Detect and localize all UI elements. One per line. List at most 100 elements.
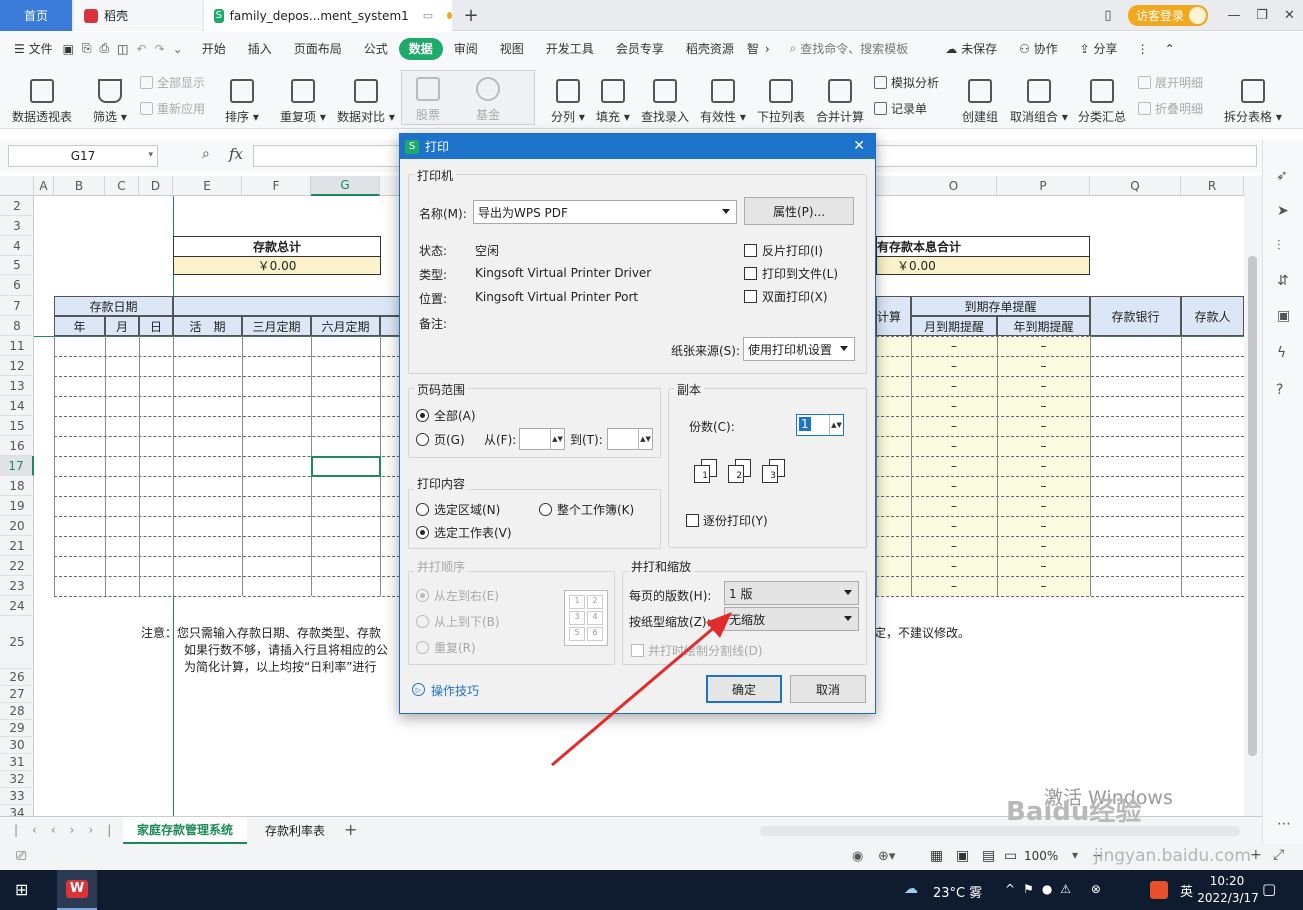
what-if-analysis-button[interactable]: 模拟分析 [874, 74, 939, 91]
horizontal-scrollbar[interactable] [760, 826, 1240, 836]
zoom-dropdown-icon[interactable]: ▾ [1072, 848, 1078, 862]
zoom-level[interactable]: 100% [1024, 849, 1058, 863]
spinner-arrows-icon[interactable]: ▲▼ [550, 429, 564, 449]
due-dash-cell[interactable]: – [997, 496, 1090, 516]
tips-link[interactable]: 操作技巧 [431, 682, 479, 699]
worksheet-radio[interactable] [416, 526, 429, 539]
row-header[interactable]: 16 [0, 436, 34, 456]
row-header[interactable]: 7 [0, 296, 34, 316]
selected-cell[interactable] [311, 456, 381, 477]
row-header[interactable]: 32 [0, 771, 34, 788]
fill-button[interactable]: 填充 ▾ [596, 69, 630, 125]
column-header[interactable]: R [1181, 176, 1244, 196]
column-header[interactable]: A [34, 176, 54, 196]
column-header[interactable]: P [997, 176, 1090, 196]
create-group-button[interactable]: 创建组 [962, 69, 998, 125]
due-dash-cell[interactable]: – [911, 516, 997, 536]
sliders-icon[interactable]: ⫶ [1277, 238, 1281, 254]
add-sheet-icon[interactable]: + [344, 820, 357, 839]
row-header[interactable]: 15 [0, 416, 34, 436]
due-dash-cell[interactable]: – [911, 496, 997, 516]
tab-document[interactable]: S family_depos...ment_system1 ▭ [204, 0, 452, 31]
normal-view-icon[interactable]: ▦ [930, 848, 943, 864]
sheet-tab[interactable]: 存款利率表 [252, 817, 338, 844]
range-pages-radio[interactable] [416, 433, 429, 446]
column-header[interactable]: C [105, 176, 139, 196]
share-button[interactable]: ⇪ 分享 [1069, 38, 1129, 60]
notification-icon[interactable]: ▢ [1262, 880, 1276, 898]
due-dash-cell[interactable]: – [997, 356, 1090, 376]
restore-icon[interactable]: ❐ [1248, 0, 1276, 31]
record-form-button[interactable]: 记录单 [874, 100, 927, 117]
selection-radio[interactable] [416, 503, 429, 516]
menu-scroll-right-icon[interactable]: › [761, 38, 774, 60]
column-header[interactable]: D [139, 176, 173, 196]
sort-button[interactable]: 排序 ▾ [225, 69, 259, 125]
input-method-icon[interactable]: 英 [1180, 881, 1193, 900]
quick-access-dropdown-icon[interactable]: ⌄ [169, 38, 191, 60]
collapse-ribbon-icon[interactable]: ⌃ [1157, 38, 1183, 60]
column-header[interactable]: Q [1090, 176, 1181, 196]
reapply-button[interactable]: 重新应用 [140, 100, 205, 117]
image-icon[interactable]: ▣ [1277, 308, 1290, 324]
row-header[interactable]: 12 [0, 356, 34, 376]
per-page-select[interactable]: 1 版 [724, 581, 859, 605]
row-header[interactable]: 5 [0, 256, 34, 275]
clock-time[interactable]: 10:20 [1197, 874, 1257, 888]
preview-icon[interactable]: ◫ [113, 38, 132, 60]
row-header[interactable]: 11 [0, 336, 34, 356]
eye-protection-icon[interactable]: ◉ [852, 849, 863, 864]
column-header[interactable]: F [242, 176, 311, 196]
row-header[interactable]: 14 [0, 396, 34, 416]
subtotal-button[interactable]: 分类汇总 [1078, 69, 1126, 125]
fund-button[interactable]: 基金 [476, 73, 500, 123]
select-all-corner[interactable] [0, 176, 34, 196]
wps-taskbar-app[interactable]: W [57, 870, 97, 910]
paper-source-select[interactable]: 使用打印机设置 [743, 337, 855, 361]
menu-tab-data[interactable]: 数据 [398, 37, 443, 60]
menu-tab-member[interactable]: 会员专享 [605, 38, 675, 60]
to-page-spinner[interactable]: ▲▼ [607, 428, 653, 450]
validity-button[interactable]: 有效性 ▾ [700, 69, 746, 125]
row-header[interactable]: 3 [0, 216, 34, 236]
visitor-login-button[interactable]: 访客登录 [1128, 5, 1208, 26]
row-header[interactable]: 24 [0, 596, 34, 616]
sheet-tab-active[interactable]: 家庭存款管理系统 [123, 817, 247, 844]
properties-button[interactable]: 属性(P)... [744, 197, 854, 225]
row-header[interactable]: 33 [0, 788, 34, 805]
row-header[interactable]: 21 [0, 536, 34, 556]
range-all-radio[interactable] [416, 409, 429, 422]
menu-tab-view[interactable]: 视图 [489, 38, 535, 60]
zoom-search-icon[interactable]: ⌕ [202, 146, 210, 162]
row-header[interactable]: 2 [0, 196, 34, 216]
due-dash-cell[interactable]: – [911, 576, 997, 596]
row-header[interactable]: 25 [0, 616, 34, 669]
duplicates-button[interactable]: 重复项 ▾ [280, 69, 326, 125]
row-header[interactable]: 18 [0, 476, 34, 496]
due-dash-cell[interactable]: – [911, 376, 997, 396]
pivot-table-button[interactable]: 数据透视表 [12, 69, 72, 125]
row-header[interactable]: 26 [0, 669, 34, 686]
transform-icon[interactable]: ⇵ [1277, 273, 1289, 289]
column-header-selected[interactable]: G [311, 176, 380, 196]
filter-button[interactable]: 筛选 ▾ [93, 69, 127, 125]
row-header[interactable]: 6 [0, 275, 34, 296]
collapse-detail-button[interactable]: 折叠明细 [1138, 100, 1203, 117]
status-macro-icon[interactable]: ⎚ [16, 849, 26, 864]
search-command[interactable]: ⌕ 查找命令、搜索模板 [774, 38, 920, 60]
row-header[interactable]: 17 [0, 456, 34, 476]
spinner-arrows-icon[interactable]: ▲▼ [638, 429, 652, 449]
due-dash-cell[interactable]: – [911, 356, 997, 376]
vertical-scrollbar[interactable] [1244, 176, 1262, 816]
row-header[interactable]: 31 [0, 754, 34, 771]
sheet-nav-icons[interactable]: |‹‹››| [14, 823, 125, 837]
windows-start-icon[interactable]: ⊞ [15, 880, 28, 899]
monitor-icon[interactable]: ▭ [423, 9, 433, 22]
row-header[interactable]: 28 [0, 703, 34, 720]
printer-name-select[interactable]: 导出为WPS PDF [473, 200, 737, 224]
repeat-radio[interactable] [416, 641, 429, 654]
ungroup-button[interactable]: 取消组合 ▾ [1010, 69, 1068, 125]
column-header[interactable]: B [54, 176, 105, 196]
more-icon[interactable]: ⋮ [1129, 38, 1157, 60]
row-header[interactable]: 19 [0, 496, 34, 516]
